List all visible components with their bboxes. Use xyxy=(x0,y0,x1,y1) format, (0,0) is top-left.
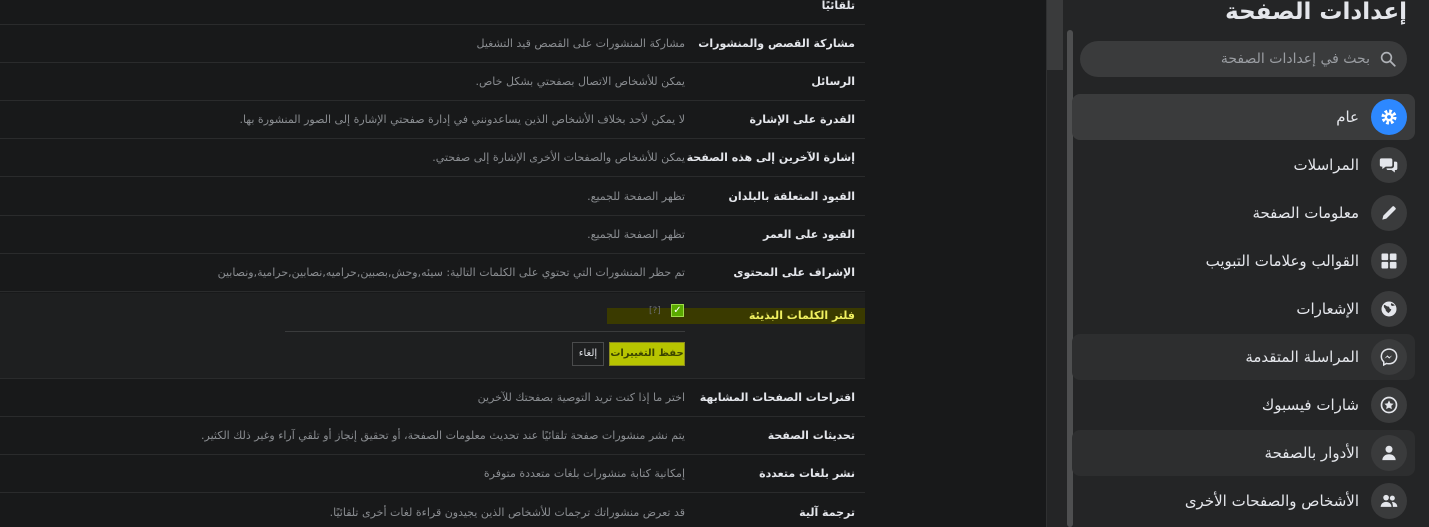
pencil-icon xyxy=(1382,206,1396,220)
settings-row-value: اختر ما إذا كنت تريد التوصية بصفحتك للآخ… xyxy=(477,391,685,404)
settings-row-label: مشاركة القصص والمنشورات xyxy=(698,37,855,50)
sidebar-title: إعدادات الصفحة xyxy=(1225,0,1407,25)
content-scrollbar-thumb[interactable] xyxy=(1047,0,1063,70)
sidebar-item-label: المراسلات xyxy=(1293,156,1360,174)
content-scrollbar[interactable] xyxy=(1046,0,1064,527)
search-icon xyxy=(1380,51,1396,67)
gear-icon xyxy=(1381,109,1397,125)
sidebar-item-page-roles[interactable]: الأدوار بالصفحة xyxy=(1072,430,1415,476)
settings-row-content-moderation[interactable]: الإشراف على المحتوى تم حظر المنشورات الت… xyxy=(0,254,865,292)
grid-icon xyxy=(1381,253,1397,269)
settings-row-auto-translation[interactable]: ترجمة آلية قد تعرض منشوراتك ترجمات للأشخ… xyxy=(0,494,865,527)
settings-row-label: الإشراف على المحتوى xyxy=(733,266,855,279)
settings-row-value: لا يمكن لأحد بخلاف الأشخاص الذين يساعدون… xyxy=(239,113,685,126)
sidebar-item-label: المراسلة المتقدمة xyxy=(1245,348,1359,366)
sidebar-item-templates-tabs[interactable]: القوالب وعلامات التبويب xyxy=(1072,238,1415,284)
search-input[interactable] xyxy=(1092,41,1370,77)
profanity-filter-label: فلتر الكلمات البذيئة xyxy=(748,309,855,322)
sidebar-item-label: معلومات الصفحة xyxy=(1252,204,1359,222)
settings-row-label: نشر بلغات متعددة xyxy=(759,467,855,480)
settings-row-multilingual-posts[interactable]: نشر بلغات متعددة إمكانية كتابة منشورات ب… xyxy=(0,455,865,493)
settings-content: تلقائيًا مشاركة القصص والمنشورات مشاركة … xyxy=(0,0,865,527)
settings-row-auto[interactable]: تلقائيًا xyxy=(0,0,865,25)
profanity-filter-editor: فلتر الكلمات البذيئة ✓ [?] حفظ التغييرات… xyxy=(0,293,865,379)
globe-icon xyxy=(1381,301,1397,317)
sidebar-item-label: الإشعارات xyxy=(1296,300,1359,318)
person-icon xyxy=(1382,445,1396,461)
settings-row-label: القيود المتعلقة بالبلدان xyxy=(728,190,855,203)
settings-row-label: القيود على العمر xyxy=(763,228,855,241)
profanity-filter-checkbox[interactable]: ✓ xyxy=(671,304,684,317)
settings-row-label: اقتراحات الصفحات المشابهة xyxy=(699,391,855,404)
settings-row-value: تظهر الصفحة للجميع. xyxy=(587,190,685,203)
sidebar-item-label: الأدوار بالصفحة xyxy=(1264,444,1359,462)
divider xyxy=(285,331,685,332)
sidebar-item-page-info[interactable]: معلومات الصفحة xyxy=(1072,190,1415,236)
sidebar-item-label: عام xyxy=(1336,108,1359,126)
settings-row-age-restrictions[interactable]: القيود على العمر تظهر الصفحة للجميع. xyxy=(0,216,865,254)
settings-row-label: تلقائيًا xyxy=(821,0,855,12)
settings-row-value: إمكانية كتابة منشورات بلغات متعددة متوفر… xyxy=(483,467,685,480)
settings-row-label: ترجمة آلية xyxy=(799,506,855,519)
settings-row-page-updates[interactable]: تحديثات الصفحة يتم نشر منشورات صفحة تلقا… xyxy=(0,417,865,455)
settings-row-value: يمكن للأشخاص والصفحات الأخرى الإشارة إلى… xyxy=(432,151,685,164)
star-badge-icon xyxy=(1380,396,1398,414)
sidebar-item-messaging[interactable]: المراسلات xyxy=(1072,142,1415,188)
sidebar-item-label: القوالب وعلامات التبويب xyxy=(1205,252,1359,270)
sidebar-item-general[interactable]: عام xyxy=(1072,94,1415,140)
settings-row-label: الرسائل xyxy=(811,75,855,88)
page-gutter xyxy=(865,0,1047,527)
settings-row-label: القدرة على الإشارة xyxy=(749,113,855,126)
search-box[interactable] xyxy=(1080,41,1407,77)
settings-row-value: يتم نشر منشورات صفحة تلقائيًا عند تحديث … xyxy=(201,429,685,442)
sidebar-item-facebook-badges[interactable]: شارات فيسبوك xyxy=(1072,382,1415,428)
messenger-icon xyxy=(1380,348,1398,367)
chat-bubbles-icon xyxy=(1379,158,1398,173)
save-changes-button[interactable]: حفظ التغييرات xyxy=(609,342,685,366)
settings-row-story-sharing[interactable]: مشاركة القصص والمنشورات مشاركة المنشورات… xyxy=(0,25,865,63)
settings-row-value: مشاركة المنشورات على القصص قيد التشغيل xyxy=(476,37,685,50)
sidebar-item-advanced-messaging[interactable]: المراسلة المتقدمة xyxy=(1072,334,1415,380)
settings-row-value: تم حظر المنشورات التي تحتوي على الكلمات … xyxy=(217,266,685,279)
settings-row-label: إشارة الآخرين إلى هذه الصفحة xyxy=(686,151,855,164)
people-icon xyxy=(1380,494,1398,507)
settings-row-value: يمكن للأشخاص الاتصال بصفحتي بشكل خاص. xyxy=(475,75,686,88)
settings-row-value: قد تعرض منشوراتك ترجمات للأشخاص الذين يج… xyxy=(329,506,685,519)
settings-row-label: تحديثات الصفحة xyxy=(767,429,855,442)
sidebar-item-label: الأشخاص والصفحات الأخرى xyxy=(1184,492,1359,510)
settings-row-messages[interactable]: الرسائل يمكن للأشخاص الاتصال بصفحتي بشكل… xyxy=(0,63,865,101)
cancel-button[interactable]: إلغاء xyxy=(572,342,604,366)
settings-row-country-restrictions[interactable]: القيود المتعلقة بالبلدان تظهر الصفحة للج… xyxy=(0,178,865,216)
settings-row-similar-pages[interactable]: اقتراحات الصفحات المشابهة اختر ما إذا كن… xyxy=(0,379,865,417)
settings-row-value: تظهر الصفحة للجميع. xyxy=(587,228,685,241)
help-link[interactable]: [?] xyxy=(649,304,661,318)
sidebar-item-label: شارات فيسبوك xyxy=(1261,396,1359,414)
settings-row-tagging-ability[interactable]: القدرة على الإشارة لا يمكن لأحد بخلاف ال… xyxy=(0,101,865,139)
sidebar-item-people-other-pages[interactable]: الأشخاص والصفحات الأخرى xyxy=(1072,478,1415,524)
sidebar-item-notifications[interactable]: الإشعارات xyxy=(1072,286,1415,332)
settings-row-others-tagging[interactable]: إشارة الآخرين إلى هذه الصفحة يمكن للأشخا… xyxy=(0,139,865,177)
